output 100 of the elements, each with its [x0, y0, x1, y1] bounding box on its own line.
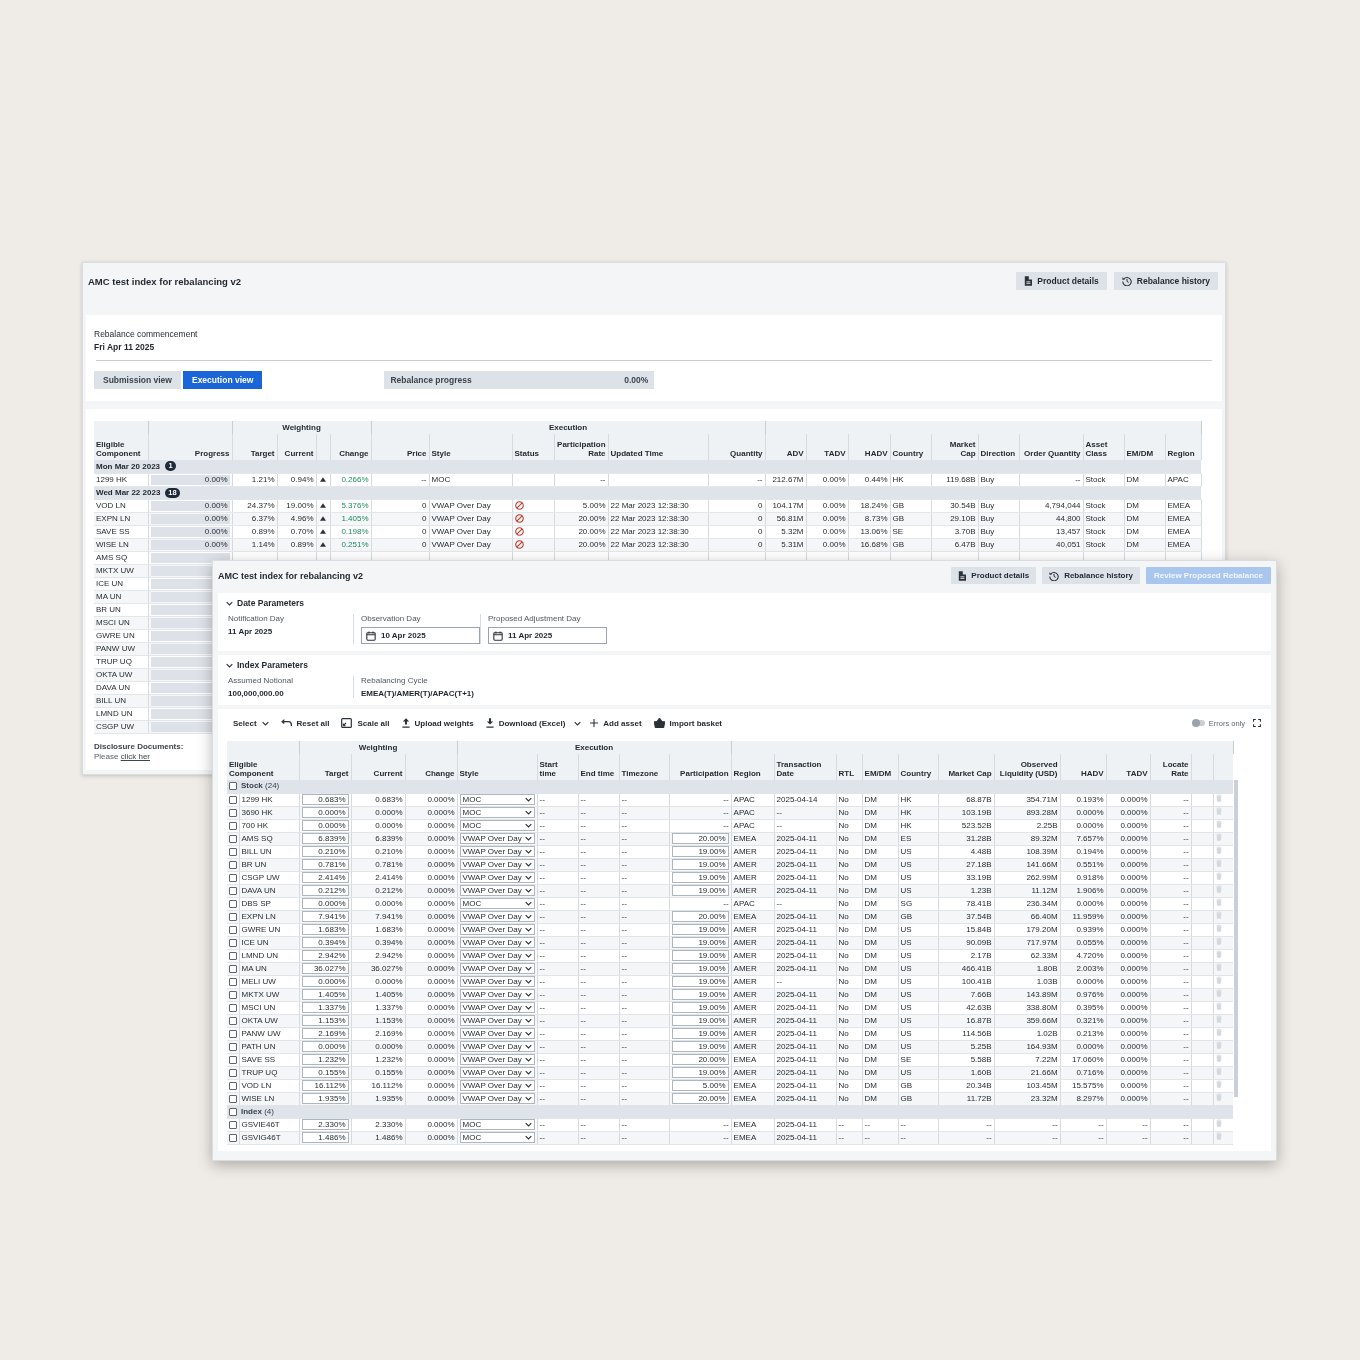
weight-field[interactable]: 1.683%: [301, 924, 349, 935]
style-dropdown[interactable]: MOC: [459, 898, 535, 909]
weight-field[interactable]: 1.153%: [301, 1015, 349, 1026]
weight-field[interactable]: 0.210%: [301, 846, 349, 857]
style-dropdown[interactable]: MOC: [459, 807, 535, 818]
style-dropdown[interactable]: VWAP Over Day: [459, 1015, 535, 1026]
weight-field[interactable]: 2.330%: [301, 1119, 349, 1130]
participation-field[interactable]: 20.00%: [671, 911, 729, 922]
style-dropdown[interactable]: VWAP Over Day: [459, 1093, 535, 1104]
weight-field[interactable]: 0.394%: [301, 937, 349, 948]
weight-field[interactable]: 0.000%: [301, 820, 349, 831]
section-title[interactable]: Index Parameters: [237, 660, 308, 670]
checkbox[interactable]: [229, 1094, 237, 1103]
checkbox[interactable]: [229, 1016, 237, 1025]
participation-field[interactable]: 19.00%: [671, 989, 729, 1000]
style-dropdown[interactable]: VWAP Over Day: [459, 846, 535, 857]
weight-field[interactable]: 0.000%: [301, 976, 349, 987]
weight-field[interactable]: 16.112%: [301, 1080, 349, 1091]
header-button[interactable]: Rebalance history: [1113, 272, 1218, 290]
participation-field[interactable]: 19.00%: [671, 937, 729, 948]
checkbox[interactable]: [229, 1042, 237, 1051]
header-button[interactable]: Rebalance history: [1042, 567, 1141, 584]
checkbox[interactable]: [229, 1133, 237, 1142]
style-dropdown[interactable]: VWAP Over Day: [459, 924, 535, 935]
section-title[interactable]: Date Parameters: [237, 598, 305, 608]
weight-field[interactable]: 1.486%: [301, 1132, 349, 1143]
checkbox[interactable]: [229, 1003, 237, 1012]
weight-field[interactable]: 1.405%: [301, 989, 349, 1000]
toolbar-button[interactable]: Add asset: [584, 714, 648, 732]
toggle-switch[interactable]: [1192, 720, 1205, 726]
header-button[interactable]: Product details: [951, 567, 1037, 584]
weight-field[interactable]: 6.839%: [301, 833, 349, 844]
style-dropdown[interactable]: MOC: [459, 1132, 535, 1143]
style-dropdown[interactable]: VWAP Over Day: [459, 976, 535, 987]
checkbox[interactable]: [229, 847, 237, 856]
weight-field[interactable]: 2.414%: [301, 872, 349, 883]
participation-field[interactable]: 19.00%: [671, 846, 729, 857]
style-dropdown[interactable]: VWAP Over Day: [459, 937, 535, 948]
view-tab[interactable]: Submission view: [94, 371, 181, 389]
scrollbar[interactable]: [1233, 780, 1238, 1097]
weight-field[interactable]: 2.169%: [301, 1028, 349, 1039]
weight-field[interactable]: 2.942%: [301, 950, 349, 961]
style-dropdown[interactable]: VWAP Over Day: [459, 872, 535, 883]
disclosure-link[interactable]: click her: [120, 751, 151, 761]
weight-field[interactable]: 0.000%: [301, 1041, 349, 1052]
toolbar-button[interactable]: Upload weights: [395, 714, 480, 732]
checkbox[interactable]: [229, 1068, 237, 1077]
checkbox[interactable]: [229, 1081, 237, 1090]
weight-field[interactable]: 36.027%: [301, 963, 349, 974]
participation-field[interactable]: 20.00%: [671, 1093, 729, 1104]
weight-field[interactable]: 0.000%: [301, 807, 349, 818]
checkbox[interactable]: [229, 821, 237, 830]
participation-field[interactable]: 19.00%: [671, 1002, 729, 1013]
participation-field[interactable]: 19.00%: [671, 1041, 729, 1052]
style-dropdown[interactable]: VWAP Over Day: [459, 1080, 535, 1091]
participation-field[interactable]: 20.00%: [671, 1054, 729, 1065]
checkbox[interactable]: [229, 964, 237, 973]
weight-field[interactable]: 0.155%: [301, 1067, 349, 1078]
toolbar-button[interactable]: Download (Excel): [479, 714, 572, 732]
participation-field[interactable]: 19.00%: [671, 859, 729, 870]
toolbar-button[interactable]: Scale all: [335, 714, 396, 732]
date-field[interactable]: 10 Apr 2025: [361, 627, 480, 644]
participation-field[interactable]: 19.00%: [671, 1028, 729, 1039]
style-dropdown[interactable]: VWAP Over Day: [459, 859, 535, 870]
weight-field[interactable]: 0.212%: [301, 885, 349, 896]
checkbox[interactable]: [229, 1029, 237, 1038]
style-dropdown[interactable]: VWAP Over Day: [459, 911, 535, 922]
weight-field[interactable]: 0.683%: [301, 794, 349, 805]
style-dropdown[interactable]: VWAP Over Day: [459, 950, 535, 961]
participation-field[interactable]: 19.00%: [671, 950, 729, 961]
participation-field[interactable]: 19.00%: [671, 924, 729, 935]
toolbar-button[interactable]: Import basket: [647, 714, 729, 732]
weight-field[interactable]: 0.000%: [301, 898, 349, 909]
style-dropdown[interactable]: VWAP Over Day: [459, 1041, 535, 1052]
participation-field[interactable]: 19.00%: [671, 963, 729, 974]
checkbox[interactable]: [229, 1107, 237, 1116]
participation-field[interactable]: 19.00%: [671, 1015, 729, 1026]
checkbox[interactable]: [229, 899, 237, 908]
style-dropdown[interactable]: VWAP Over Day: [459, 1028, 535, 1039]
checkbox[interactable]: [229, 873, 237, 882]
date-field[interactable]: 11 Apr 2025: [488, 627, 607, 644]
weight-field[interactable]: 7.941%: [301, 911, 349, 922]
checkbox[interactable]: [229, 938, 237, 947]
participation-field[interactable]: 19.00%: [671, 976, 729, 987]
checkbox[interactable]: [229, 782, 237, 791]
style-dropdown[interactable]: VWAP Over Day: [459, 1002, 535, 1013]
checkbox[interactable]: [229, 834, 237, 843]
weight-field[interactable]: 1.232%: [301, 1054, 349, 1065]
style-dropdown[interactable]: VWAP Over Day: [459, 885, 535, 896]
checkbox[interactable]: [229, 795, 237, 804]
toolbar-button[interactable]: Reset all: [274, 714, 336, 732]
weight-field[interactable]: 1.935%: [301, 1093, 349, 1104]
style-dropdown[interactable]: MOC: [459, 1119, 535, 1130]
header-button[interactable]: Product details: [1016, 272, 1107, 290]
participation-field[interactable]: 19.00%: [671, 885, 729, 896]
checkbox[interactable]: [229, 886, 237, 895]
checkbox[interactable]: [229, 990, 237, 999]
checkbox[interactable]: [229, 860, 237, 869]
participation-field[interactable]: 19.00%: [671, 872, 729, 883]
style-dropdown[interactable]: VWAP Over Day: [459, 989, 535, 1000]
